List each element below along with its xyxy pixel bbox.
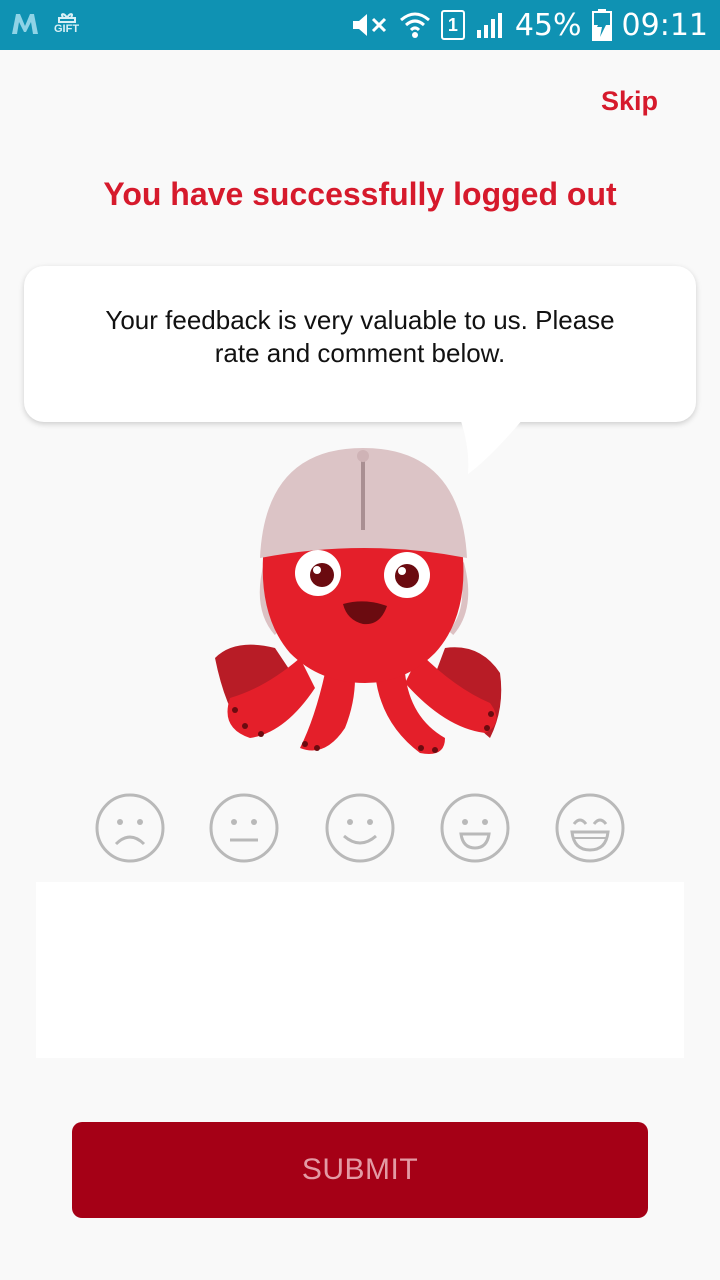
battery-charging-icon bbox=[591, 9, 612, 41]
comment-input[interactable] bbox=[36, 882, 684, 1058]
signal-icon bbox=[476, 13, 502, 38]
octopus-mascot-illustration bbox=[215, 448, 502, 754]
clock: 09:11 bbox=[621, 7, 708, 43]
mute-icon bbox=[352, 14, 386, 36]
app-m-icon bbox=[12, 14, 38, 34]
skip-button[interactable]: Skip bbox=[601, 86, 658, 117]
battery-percent: 45% bbox=[514, 7, 582, 43]
rating-faces bbox=[0, 792, 720, 864]
status-bar: GIFT 1 45% 09:11 bbox=[0, 0, 720, 50]
speech-bubble: Your feedback is very valuable to us. Pl… bbox=[24, 266, 696, 422]
status-left-icons: GIFT bbox=[10, 10, 79, 36]
smile-face-icon[interactable] bbox=[439, 792, 511, 864]
sim-icon: 1 bbox=[440, 10, 465, 40]
status-right-icons: 1 45% 09:11 bbox=[349, 0, 708, 50]
grin-face-icon[interactable] bbox=[554, 792, 626, 864]
gift-icon: GIFT bbox=[54, 12, 79, 35]
feedback-prompt: Your feedback is very valuable to us. Pl… bbox=[105, 305, 615, 368]
very-sad-face-icon[interactable] bbox=[94, 792, 166, 864]
slight-smile-face-icon[interactable] bbox=[324, 792, 396, 864]
neutral-face-icon[interactable] bbox=[208, 792, 280, 864]
submit-button[interactable]: SUBMIT bbox=[72, 1122, 648, 1218]
page-title: You have successfully logged out bbox=[103, 176, 617, 212]
wifi-icon bbox=[399, 12, 430, 38]
